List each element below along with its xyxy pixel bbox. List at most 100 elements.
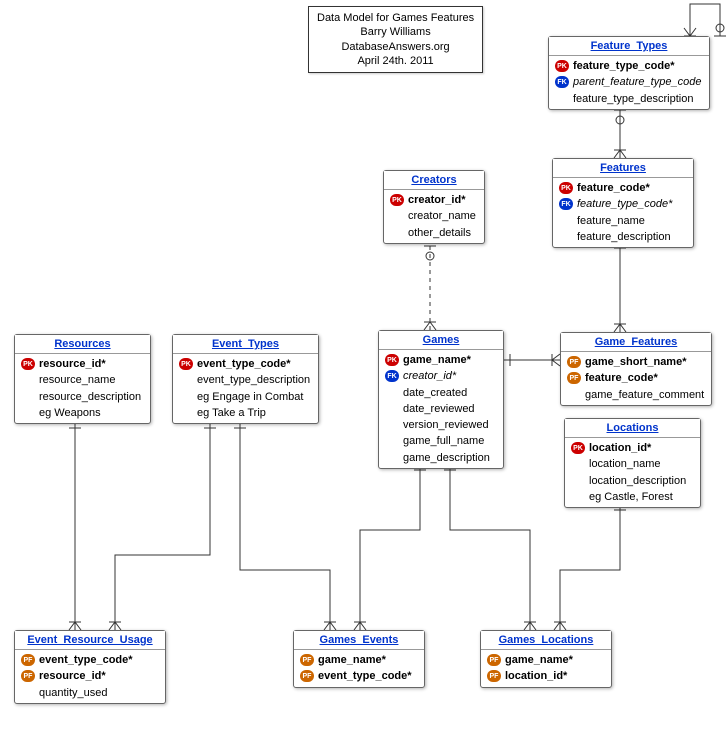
entity-title: Games_Events [294,631,424,650]
entity-title: Game_Features [561,333,711,352]
title-line: April 24th. 2011 [317,54,474,68]
attribute-name: game_feature_comment [585,388,704,402]
key-spacer [21,407,35,419]
attribute-name: date_reviewed [403,402,475,416]
pk-key-icon: PK [555,60,569,72]
attribute-name: event_type_code* [39,653,133,667]
entity-title: Feature_Types [549,37,709,56]
key-spacer [21,391,35,403]
attribute-name: creator_id* [403,369,456,383]
attribute-name: location_description [589,474,686,488]
attribute-row: location_name [569,456,696,472]
entity-title: Event_Types [173,335,318,354]
pf-key-icon: PF [300,654,314,666]
attribute-name: feature_name [577,214,645,228]
pk-key-icon: PK [390,194,404,206]
attribute-row: PF feature_code* [565,370,707,386]
attribute-name: resource_id* [39,357,106,371]
attribute-row: eg Engage in Combat [177,389,314,405]
attribute-name: feature_type_code* [577,197,672,211]
attribute-row: date_created [383,385,499,401]
entity-title: Resources [15,335,150,354]
key-spacer [571,458,585,470]
pk-key-icon: PK [571,442,585,454]
entity-event-types: Event_Types PKevent_type_code*event_type… [172,334,319,424]
attribute-name: location_id* [505,669,567,683]
attribute-name: feature_description [577,230,671,244]
key-spacer [571,475,585,487]
attribute-row: game_feature_comment [565,387,707,403]
pf-key-icon: PF [487,670,501,682]
attribute-row: feature_type_description [553,91,705,107]
attribute-name: game_name* [403,353,471,367]
attribute-row: location_description [569,473,696,489]
key-spacer [21,374,35,386]
attribute-name: game_full_name [403,434,484,448]
entity-features: Features PKfeature_code*FKfeature_type_c… [552,158,694,248]
attribute-row: event_type_description [177,372,314,388]
entity-title: Games_Locations [481,631,611,650]
attribute-name: feature_type_code* [573,59,675,73]
pf-key-icon: PF [487,654,501,666]
key-spacer [567,389,581,401]
entity-title: Event_Resource_Usage [15,631,165,650]
attribute-name: feature_code* [577,181,650,195]
attribute-row: version_reviewed [383,417,499,433]
key-spacer [385,436,399,448]
attribute-name: event_type_description [197,373,310,387]
entity-title: Locations [565,419,700,438]
pk-key-icon: PK [385,354,399,366]
entity-game-features: Game_Features PF game_short_name*PF featur… [560,332,712,406]
attribute-name: eg Weapons [39,406,101,420]
attribute-row: resource_name [19,372,146,388]
attribute-name: date_created [403,386,467,400]
attribute-row: PFresource_id* [19,668,161,684]
entity-event-resource-usage: Event_Resource_Usage PFevent_type_code*P… [14,630,166,704]
attribute-name: creator_name [408,209,476,223]
key-spacer [385,387,399,399]
attribute-row: creator_name [388,208,480,224]
key-spacer [559,231,573,243]
attribute-row: quantity_used [19,685,161,701]
attribute-row: eg Castle, Forest [569,489,696,505]
attribute-name: eg Castle, Forest [589,490,673,504]
key-spacer [390,210,404,222]
attribute-name: event_type_code* [197,357,291,371]
attribute-row: other_details [388,225,480,241]
fk-key-icon: FK [559,198,573,210]
attribute-name: parent_feature_type_code [573,75,701,89]
attribute-row: PF location_id* [485,668,607,684]
attribute-row: game_full_name [383,433,499,449]
key-spacer [179,374,193,386]
attribute-row: PK feature_type_code* [553,58,705,74]
key-spacer [179,407,193,419]
attribute-row: resource_description [19,389,146,405]
entity-feature-types: Feature_Types PKfeature_type_code*FKpare… [548,36,710,110]
attribute-name: game_description [403,451,490,465]
attribute-name: eg Take a Trip [197,406,266,420]
attribute-row: eg Take a Trip [177,405,314,421]
title-line: Data Model for Games Features [317,11,474,25]
attribute-name: quantity_used [39,686,108,700]
attribute-name: resource_name [39,373,115,387]
key-spacer [385,403,399,415]
attribute-name: resource_description [39,390,141,404]
title-line: DatabaseAnswers.org [317,40,474,54]
attribute-row: date_reviewed [383,401,499,417]
attribute-name: feature_code* [585,371,658,385]
attribute-name: game_short_name* [585,355,687,369]
pf-key-icon: PF [567,372,581,384]
attribute-name: creator_id* [408,193,465,207]
pf-key-icon: PF [21,654,35,666]
entity-resources: Resources PK resource_id* resource_nameres… [14,334,151,424]
key-spacer [385,452,399,464]
attribute-row: FKcreator_id* [383,368,499,384]
entity-title: Creators [384,171,484,190]
entity-games-locations: Games_Locations PF game_name* PF location_i… [480,630,612,688]
attribute-name: game_name* [318,653,386,667]
pk-key-icon: PK [21,358,35,370]
key-spacer [179,391,193,403]
attribute-row: PK game_name* [383,352,499,368]
attribute-name: game_name* [505,653,573,667]
pf-key-icon: PF [21,670,35,682]
